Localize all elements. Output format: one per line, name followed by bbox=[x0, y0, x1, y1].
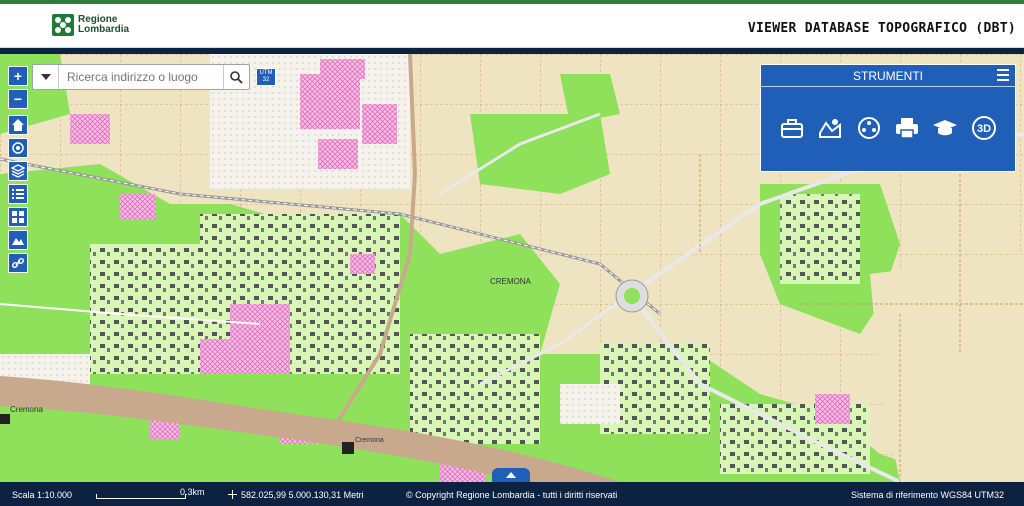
logo-mark-icon bbox=[52, 14, 74, 36]
tools-panel-title: STRUMENTI bbox=[853, 68, 923, 83]
tutorial-button[interactable] bbox=[932, 115, 958, 141]
status-bar: Scala 1:10.000 0.3km 582.025,99 5.000.13… bbox=[0, 482, 1024, 506]
utm-badge[interactable]: UTM 32 bbox=[256, 68, 276, 86]
search-mode-dropdown[interactable] bbox=[33, 65, 59, 89]
zoom-in-button[interactable]: + bbox=[8, 66, 28, 86]
copyright-text: © Copyright Regione Lombardia - tutti i … bbox=[406, 490, 618, 500]
expand-bottom-panel-button[interactable] bbox=[492, 468, 530, 482]
scale-text: Scala 1:10.000 bbox=[12, 490, 73, 500]
hamburger-menu-icon[interactable] bbox=[997, 69, 1009, 81]
layers-icon bbox=[11, 164, 25, 178]
app-title: VIEWER DATABASE TOPOGRAFICO (DBT) bbox=[747, 21, 1016, 36]
measure-button[interactable] bbox=[817, 115, 843, 141]
search-button[interactable] bbox=[223, 65, 249, 89]
scalebar-label: 0.3km bbox=[180, 487, 205, 497]
profile-button[interactable] bbox=[8, 230, 28, 250]
map-measure-icon bbox=[819, 119, 842, 138]
utm-zone: 32 bbox=[262, 77, 270, 83]
network-icon bbox=[857, 117, 880, 139]
home-icon bbox=[12, 119, 24, 131]
3d-label: 3D bbox=[977, 123, 991, 135]
search-icon bbox=[230, 70, 243, 84]
search-input[interactable] bbox=[59, 65, 223, 89]
tools-panel: STRUMENTI 3D bbox=[760, 64, 1016, 172]
place-label-cremona-small: Cremona bbox=[355, 437, 384, 444]
list-icon bbox=[12, 189, 24, 199]
toolbox-icon bbox=[781, 119, 804, 138]
mountain-icon bbox=[12, 238, 24, 245]
caret-up-icon bbox=[506, 472, 516, 478]
tools-row: 3D bbox=[761, 115, 1015, 141]
logo-line2: Lombardia bbox=[78, 24, 130, 35]
print-icon bbox=[896, 118, 919, 139]
logo-text: Regione Lombardia bbox=[78, 15, 129, 35]
zoom-out-button[interactable]: − bbox=[8, 89, 28, 109]
viewer-app: Regione Lombardia VIEWER DATABASE TOPOGR… bbox=[0, 0, 1024, 506]
3d-icon: 3D bbox=[971, 116, 996, 140]
network-button[interactable] bbox=[856, 115, 882, 141]
crosshair-icon bbox=[228, 490, 237, 499]
place-label-cremona-station: Cremona bbox=[10, 405, 43, 414]
grid-icon bbox=[12, 211, 24, 223]
locate-button[interactable] bbox=[8, 138, 28, 158]
train-station-icon bbox=[0, 414, 10, 424]
link-button[interactable] bbox=[8, 253, 28, 273]
scale-bar bbox=[96, 494, 186, 499]
3d-button[interactable]: 3D bbox=[971, 115, 997, 141]
header: Regione Lombardia VIEWER DATABASE TOPOGR… bbox=[0, 4, 1024, 48]
basemap-button[interactable] bbox=[8, 207, 28, 227]
left-toolbar: + − bbox=[8, 66, 28, 276]
regione-lombardia-logo[interactable]: Regione Lombardia bbox=[52, 14, 129, 36]
home-button[interactable] bbox=[8, 115, 28, 135]
layers-button[interactable] bbox=[8, 161, 28, 181]
graduation-cap-icon bbox=[933, 120, 958, 136]
link-icon bbox=[11, 257, 25, 269]
crs-text: Sistema di riferimento WGS84 UTM32 bbox=[850, 490, 1004, 500]
coordinates-readout: 582.025,99 5.000.130,31 Metri bbox=[241, 490, 364, 500]
target-icon bbox=[12, 142, 24, 154]
address-search bbox=[32, 64, 250, 90]
train-station-icon bbox=[342, 442, 354, 454]
print-button[interactable] bbox=[894, 115, 920, 141]
utm-label: UTM bbox=[259, 70, 273, 76]
tools-panel-header: STRUMENTI bbox=[761, 65, 1015, 87]
caret-down-icon bbox=[40, 74, 51, 80]
toolbox-button[interactable] bbox=[779, 115, 805, 141]
place-label-cremona: CREMONA bbox=[490, 277, 532, 286]
legend-button[interactable] bbox=[8, 184, 28, 204]
